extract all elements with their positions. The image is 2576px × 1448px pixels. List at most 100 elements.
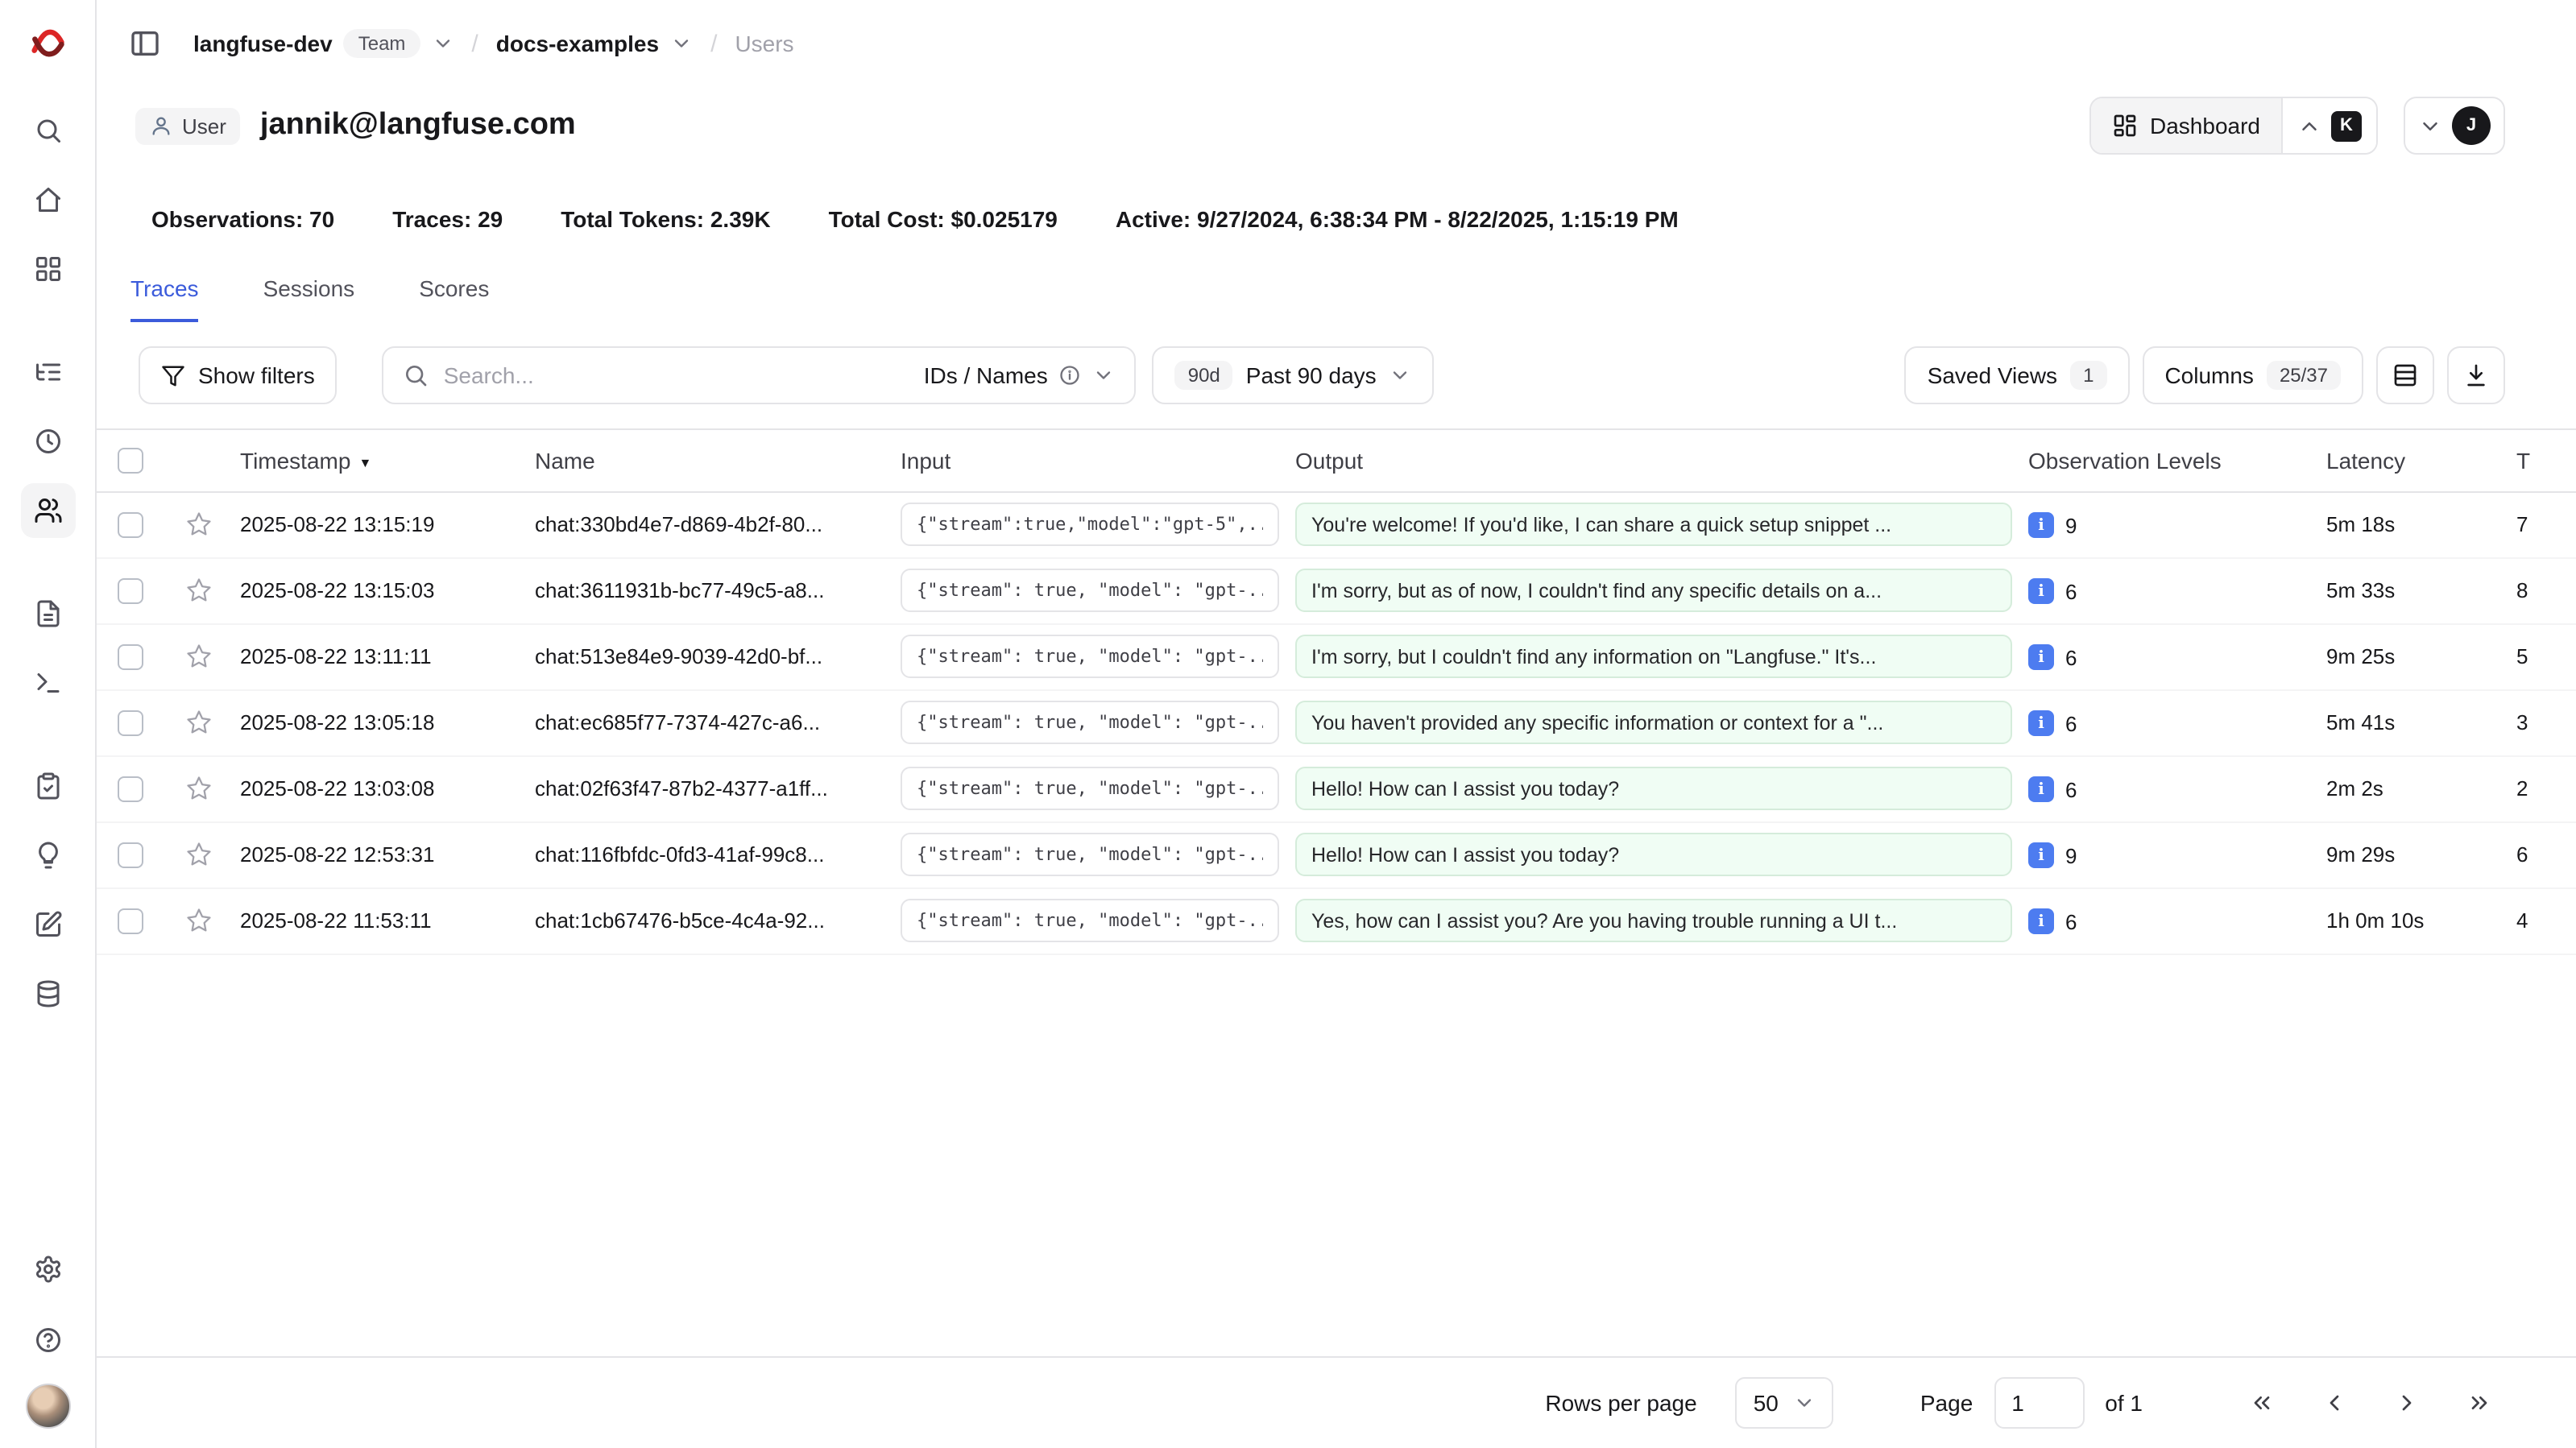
sidebar-item-settings[interactable] xyxy=(20,1242,75,1297)
table-row[interactable]: 2025-08-22 13:03:08 chat:02f63f47-87b2-4… xyxy=(97,755,2576,821)
favorite-star-icon[interactable] xyxy=(172,841,224,868)
account-menu-button[interactable]: J xyxy=(2404,97,2505,155)
sidebar-item-evaluation[interactable] xyxy=(20,759,75,813)
cell-name: chat:330bd4e7-d869-4b2f-80... xyxy=(527,491,892,557)
cell-output[interactable]: Hello! How can I assist you today? xyxy=(1287,821,2020,887)
next-page-button[interactable] xyxy=(2381,1377,2433,1429)
export-button[interactable] xyxy=(2447,346,2505,404)
favorite-star-icon[interactable] xyxy=(172,511,224,538)
page-number-input[interactable] xyxy=(1994,1377,2084,1429)
date-range-button[interactable]: 90d Past 90 days xyxy=(1153,346,1435,404)
stat-total-tokens: Total Tokens: 2.39K xyxy=(561,206,770,232)
columns-button[interactable]: Columns 25/37 xyxy=(2142,346,2363,404)
title-wrap: User jannik@langfuse.com xyxy=(135,107,576,144)
cell-input[interactable]: {"stream": true, "model": "gpt-... xyxy=(892,623,1287,689)
chevron-up-icon xyxy=(2297,114,2321,138)
cell-output[interactable]: I'm sorry, but I couldn't find any infor… xyxy=(1287,623,2020,689)
cell-output[interactable]: You're welcome! If you'd like, I can sha… xyxy=(1287,491,2020,557)
rows-per-page-select[interactable]: 50 xyxy=(1736,1377,1833,1429)
column-observation-levels: Observation Levels xyxy=(2020,430,2318,491)
chevron-down-icon xyxy=(1093,364,1116,387)
cell-observation-levels: i 6 xyxy=(2020,557,2318,623)
favorite-star-icon[interactable] xyxy=(172,643,224,670)
sidebar-item-tracing[interactable] xyxy=(20,345,75,399)
cell-input[interactable]: {"stream": true, "model": "gpt-... xyxy=(892,887,1287,954)
cell-observation-levels: i 6 xyxy=(2020,623,2318,689)
sidebar-item-datasets[interactable] xyxy=(20,966,75,1021)
favorite-star-icon[interactable] xyxy=(172,709,224,736)
breadcrumb-project[interactable]: docs-examples xyxy=(496,31,693,56)
table-row[interactable]: 2025-08-22 11:53:11 chat:1cb67476-b5ce-4… xyxy=(97,887,2576,954)
table-row[interactable]: 2025-08-22 13:15:03 chat:3611931b-bc77-4… xyxy=(97,557,2576,623)
show-filters-button[interactable]: Show filters xyxy=(139,346,338,404)
cell-input[interactable]: {"stream": true, "model": "gpt-... xyxy=(892,557,1287,623)
favorite-star-icon[interactable] xyxy=(172,577,224,604)
cell-input[interactable]: {"stream": true, "model": "gpt-... xyxy=(892,755,1287,821)
column-favorite xyxy=(164,430,232,491)
page-title: jannik@langfuse.com xyxy=(260,108,576,143)
sidebar-footer xyxy=(20,1242,75,1429)
cell-input[interactable]: {"stream": true, "model": "gpt-... xyxy=(892,821,1287,887)
row-checkbox[interactable] xyxy=(118,842,143,867)
sidebar-toggle-button[interactable] xyxy=(122,21,168,66)
cell-timestamp: 2025-08-22 12:53:31 xyxy=(232,821,527,887)
profile-avatar[interactable] xyxy=(25,1384,70,1429)
date-range-label: Past 90 days xyxy=(1246,362,1377,388)
row-height-button[interactable] xyxy=(2376,346,2434,404)
sidebar-item-users[interactable] xyxy=(20,483,75,538)
cell-output[interactable]: You haven't provided any specific inform… xyxy=(1287,689,2020,755)
cell-output[interactable]: Yes, how can I assist you? Are you havin… xyxy=(1287,887,2020,954)
cell-output[interactable]: Hello! How can I assist you today? xyxy=(1287,755,2020,821)
dashboard-expand-button[interactable]: K xyxy=(2281,98,2376,153)
info-circle-icon xyxy=(1059,364,1082,387)
cell-timestamp: 2025-08-22 13:15:03 xyxy=(232,557,527,623)
row-checkbox[interactable] xyxy=(118,776,143,801)
search-icon xyxy=(404,362,429,388)
sidebar-item-sessions[interactable] xyxy=(20,414,75,469)
search-input[interactable] xyxy=(444,362,909,388)
rows-per-page-value: 50 xyxy=(1754,1390,1779,1416)
row-checkbox[interactable] xyxy=(118,710,143,735)
playground-terminal-icon xyxy=(33,668,62,697)
sidebar-item-dashboards[interactable] xyxy=(20,242,75,296)
sidebar-item-home[interactable] xyxy=(20,172,75,227)
previous-page-button[interactable] xyxy=(2309,1377,2360,1429)
dashboard-button-label: Dashboard xyxy=(2150,113,2260,139)
langfuse-logo-icon[interactable] xyxy=(27,23,68,64)
table-row[interactable]: 2025-08-22 13:11:11 chat:513e84e9-9039-4… xyxy=(97,623,2576,689)
tab-sessions[interactable]: Sessions xyxy=(263,275,355,322)
sidebar-item-playground[interactable] xyxy=(20,656,75,710)
chevron-down-icon xyxy=(431,32,453,55)
cell-input[interactable]: {"stream": true, "model": "gpt-... xyxy=(892,689,1287,755)
cell-output[interactable]: I'm sorry, but as of now, I couldn't fin… xyxy=(1287,557,2020,623)
sidebar-item-annotation[interactable] xyxy=(20,897,75,952)
row-checkbox[interactable] xyxy=(118,908,143,933)
tab-traces[interactable]: Traces xyxy=(130,275,199,322)
saved-views-button[interactable]: Saved Views 1 xyxy=(1905,346,2130,404)
first-page-button[interactable] xyxy=(2236,1377,2288,1429)
columns-label: Columns xyxy=(2164,362,2254,388)
dashboard-button[interactable]: Dashboard xyxy=(2090,98,2281,153)
search-scope-dropdown[interactable]: IDs / Names xyxy=(924,362,1116,388)
sidebar-item-prompts[interactable] xyxy=(20,586,75,641)
sidebar-item-insights[interactable] xyxy=(20,828,75,883)
column-output: Output xyxy=(1287,430,2020,491)
last-page-button[interactable] xyxy=(2454,1377,2505,1429)
sidebar-item-help[interactable] xyxy=(20,1313,75,1367)
breadcrumb-org[interactable]: langfuse-dev Team xyxy=(193,29,453,58)
row-checkbox[interactable] xyxy=(118,643,143,669)
cell-input[interactable]: {"stream":true,"model":"gpt-5",... xyxy=(892,491,1287,557)
tab-scores[interactable]: Scores xyxy=(419,275,489,322)
favorite-star-icon[interactable] xyxy=(172,907,224,934)
table-row[interactable]: 2025-08-22 13:05:18 chat:ec685f77-7374-4… xyxy=(97,689,2576,755)
sidebar-item-search[interactable] xyxy=(20,103,75,158)
project-name: docs-examples xyxy=(496,31,659,56)
favorite-star-icon[interactable] xyxy=(172,775,224,802)
row-checkbox[interactable] xyxy=(118,511,143,537)
home-icon xyxy=(33,185,62,214)
row-checkbox[interactable] xyxy=(118,577,143,603)
select-all-checkbox[interactable] xyxy=(118,448,143,474)
column-timestamp[interactable]: Timestamp▼ xyxy=(232,430,527,491)
table-row[interactable]: 2025-08-22 12:53:31 chat:116fbfdc-0fd3-4… xyxy=(97,821,2576,887)
table-row[interactable]: 2025-08-22 13:15:19 chat:330bd4e7-d869-4… xyxy=(97,491,2576,557)
